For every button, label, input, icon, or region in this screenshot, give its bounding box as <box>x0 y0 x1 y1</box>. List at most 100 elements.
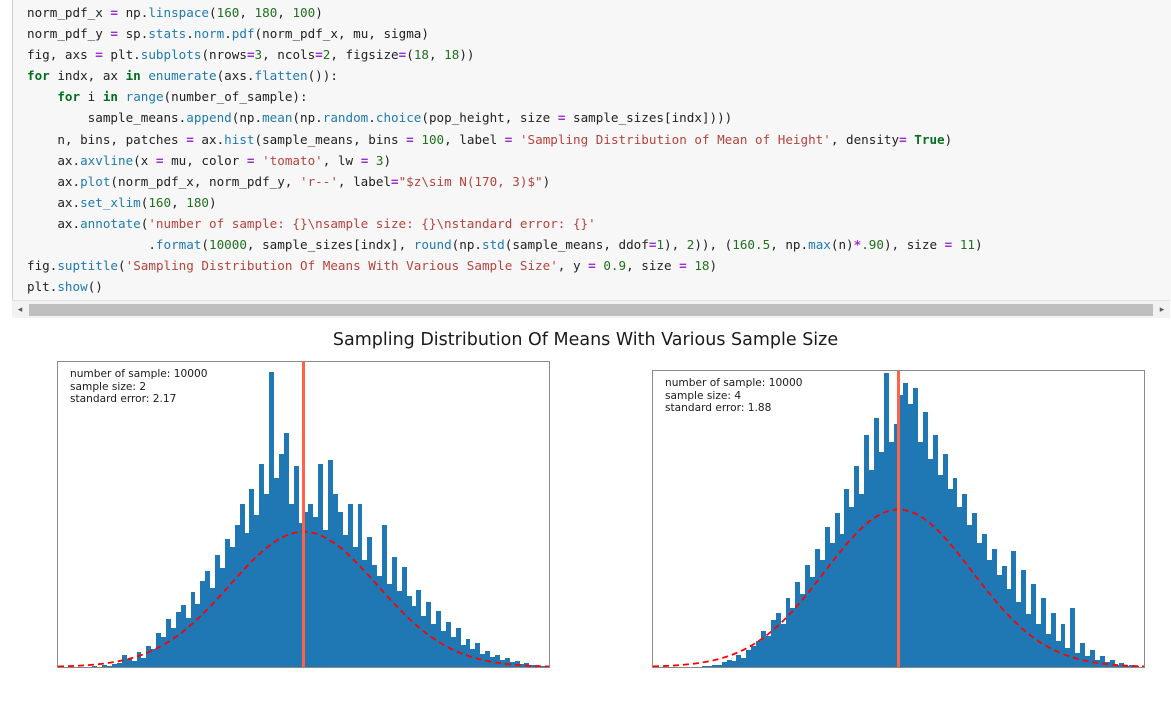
code-token: set_xlim <box>80 194 141 210</box>
code-token: 11 <box>959 237 975 253</box>
y-axis-tick-mark <box>57 667 58 668</box>
code-token: = <box>155 152 164 168</box>
code-token: max <box>808 237 831 253</box>
code-token: ax. <box>27 173 81 189</box>
x-axis-tick-mark <box>714 667 715 668</box>
code-token: , label <box>444 131 505 147</box>
code-token: 160 <box>216 5 240 20</box>
x-axis-tick-mark <box>181 667 182 668</box>
code-token: mu, color <box>163 152 247 168</box>
code-editor-area[interactable]: norm_pdf_x = np.linspace(160, 180, 100) n… <box>12 0 1171 300</box>
code-token: , <box>429 47 445 63</box>
x-axis-tick-mark <box>1083 667 1084 668</box>
code-token: 0.9 <box>603 258 627 274</box>
code-token: 10000 <box>209 237 247 253</box>
code-cell: norm_pdf_x = np.linspace(160, 180, 100) n… <box>0 0 1171 319</box>
code-token: = <box>406 131 414 147</box>
code-token: 18 <box>413 47 429 63</box>
code-token: .90 <box>861 237 884 253</box>
code-token: ( <box>201 237 209 253</box>
code-token: ) <box>542 173 551 189</box>
scrollbar-thumb[interactable] <box>29 304 1153 316</box>
code-token: for <box>57 89 81 105</box>
code-token: , y <box>557 258 589 274</box>
code-token: 3 <box>254 47 263 63</box>
code-token: ) <box>974 237 983 253</box>
code-token: std <box>482 237 505 253</box>
code-token: fig, axs <box>27 47 96 63</box>
code-token: , ncols <box>262 47 316 63</box>
code-line: norm_pdf_x = np.linspace(160, 180, 100) <box>27 2 983 23</box>
code-token: (np. <box>231 110 263 126</box>
matplotlib-figure: Sampling Distribution Of Means With Vari… <box>0 318 1171 713</box>
code-line: ax.axvline(x = mu, color = 'tomato', lw … <box>27 150 983 171</box>
x-axis-tick-mark <box>1144 667 1145 668</box>
code-token: (sample_means, bins <box>254 131 407 147</box>
code-token: . <box>224 26 232 42</box>
code-token: ) <box>383 152 392 168</box>
code-token: ) <box>944 131 953 147</box>
code-token: norm <box>193 26 225 42</box>
scrollbar-track[interactable] <box>29 304 1153 316</box>
x-axis-tick-mark <box>653 667 654 668</box>
code-line: fig, axs = plt.subplots(nrows=3, ncols=2… <box>27 44 983 65</box>
code-token: annotate <box>80 215 141 231</box>
code-token: 180 <box>254 5 278 20</box>
code-token: ( <box>118 258 126 274</box>
code-token: ax. <box>27 152 81 168</box>
code-gutter <box>0 0 12 300</box>
code-token: flatten <box>254 68 308 84</box>
code-token: choice <box>375 110 422 126</box>
code-token: , size <box>626 258 680 274</box>
y-axis-tick-mark <box>652 549 653 550</box>
code-line: ax.annotate('number of sample: {}\nsampl… <box>27 213 983 234</box>
mean-vline-left <box>302 362 305 667</box>
plot-area-left: number of sample: 10000 sample size: 2 s… <box>57 361 550 668</box>
code-token: mean <box>262 110 293 126</box>
x-axis-tick-mark <box>488 667 489 668</box>
code-token: 1 <box>656 237 664 253</box>
code-token: = <box>95 47 103 63</box>
horizontal-scrollbar[interactable]: ◂ ▸ <box>12 300 1170 319</box>
code-line: norm_pdf_y = sp.stats.norm.pdf(norm_pdf_… <box>27 23 983 44</box>
y-axis-tick-mark <box>57 616 58 617</box>
code-token: (x <box>133 152 156 168</box>
x-axis-tick-mark <box>1021 667 1022 668</box>
code-token: , sample_sizes[indx], <box>246 237 414 253</box>
code-token: )) <box>459 47 475 63</box>
annotation-left: number of sample: 10000 sample size: 2 s… <box>70 368 208 406</box>
x-axis-tick-mark <box>426 667 427 668</box>
plot-area-right: number of sample: 10000 sample size: 4 s… <box>652 370 1145 668</box>
y-axis-tick-mark <box>57 565 58 566</box>
x-axis-tick-mark <box>365 667 366 668</box>
code-token: 'r--' <box>299 173 338 189</box>
code-token: round <box>413 237 452 253</box>
x-axis-tick-mark <box>549 667 550 668</box>
code-token: 'Sampling Distribution Of Means With Var… <box>125 258 558 274</box>
code-token: , <box>239 5 255 20</box>
scroll-left-arrow-icon[interactable]: ◂ <box>12 301 28 319</box>
code-token: ()): <box>307 68 338 84</box>
x-axis-tick-mark <box>304 667 305 668</box>
code-token: ax. <box>193 131 225 147</box>
y-axis-tick-mark <box>652 667 653 668</box>
code-token: (norm_pdf_x, mu, sigma) <box>254 26 429 42</box>
code-token: (axs. <box>216 68 255 84</box>
code-token: range <box>125 89 164 105</box>
code-token: ) <box>709 258 718 274</box>
code-source: norm_pdf_x = np.linspace(160, 180, 100) n… <box>27 2 983 297</box>
code-token: hist <box>224 131 255 147</box>
x-axis-tick-mark <box>119 667 120 668</box>
code-token: , figsize <box>330 47 399 63</box>
code-token: )), ( <box>694 237 733 253</box>
code-token: plot <box>80 173 111 189</box>
annotation-right: number of sample: 10000 sample size: 4 s… <box>665 377 803 415</box>
code-token: 160.5 <box>732 237 771 253</box>
code-token: = <box>246 152 255 168</box>
code-token: ), size <box>883 237 945 253</box>
x-axis-tick-mark <box>960 667 961 668</box>
scroll-right-arrow-icon[interactable]: ▸ <box>1154 301 1170 319</box>
